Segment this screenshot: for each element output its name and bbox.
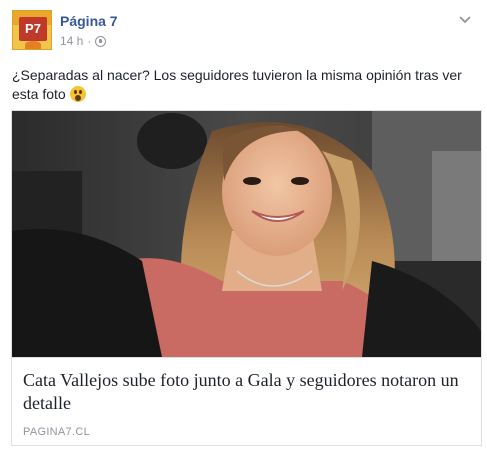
- emoji-mouth: [74, 95, 81, 101]
- page-name-link[interactable]: Página 7: [60, 13, 118, 29]
- selfie-photo: [12, 111, 481, 357]
- post-header: P7 Página 7 14 h ·: [12, 10, 475, 54]
- surprised-face-emoji: [69, 86, 86, 102]
- globe-icon[interactable]: [95, 35, 107, 47]
- page-avatar[interactable]: P7: [12, 10, 52, 50]
- link-preview-image[interactable]: [12, 111, 481, 357]
- link-caption[interactable]: Cata Vallejos sube foto junto a Gala y s…: [12, 357, 481, 445]
- emoji-eye-left: [73, 90, 77, 94]
- post-text: ¿Separadas al nacer? Los seguidores tuvi…: [12, 66, 475, 104]
- meta-separator: ·: [87, 34, 92, 48]
- post-meta: 14 h ·: [60, 34, 107, 48]
- emoji-eye-right: [78, 90, 82, 94]
- avatar-flame: [25, 41, 41, 49]
- link-title[interactable]: Cata Vallejos sube foto junto a Gala y s…: [23, 369, 463, 415]
- link-preview-card[interactable]: Cata Vallejos sube foto junto a Gala y s…: [11, 110, 482, 446]
- chevron-down-icon[interactable]: [457, 14, 473, 26]
- post-timestamp[interactable]: 14 h: [60, 34, 83, 48]
- link-domain: PAGINA7.CL: [23, 426, 90, 438]
- avatar-logo-text: P7: [25, 21, 41, 36]
